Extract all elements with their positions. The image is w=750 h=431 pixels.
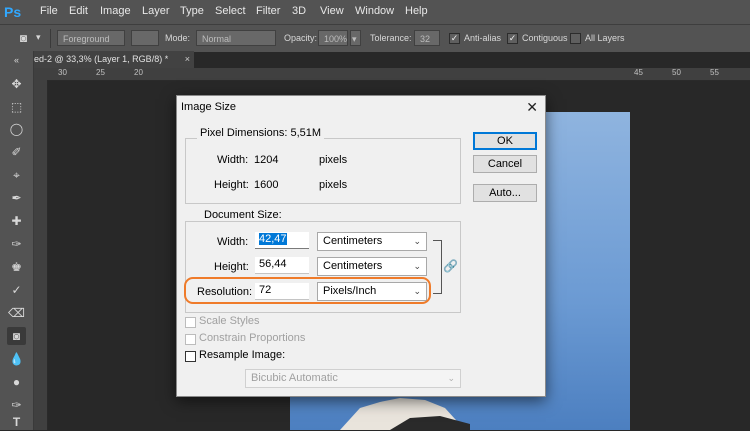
fill-source-select[interactable]: Foreground bbox=[57, 30, 125, 46]
tolerance-input[interactable]: 32 bbox=[414, 30, 440, 46]
menu-help[interactable]: Help bbox=[405, 5, 428, 17]
menu-filter[interactable]: Filter bbox=[256, 5, 280, 17]
document-tab-title: ed-2 @ 33,3% (Layer 1, RGB/8) * bbox=[34, 54, 169, 64]
constrain-link-bracket bbox=[433, 240, 442, 294]
crop-tool-icon[interactable]: ⌖ bbox=[7, 166, 26, 184]
ok-button[interactable]: OK bbox=[473, 132, 537, 150]
resolution-highlight bbox=[184, 277, 431, 304]
clone-stamp-tool-icon[interactable]: ♚ bbox=[7, 258, 26, 276]
document-size-label: Document Size: bbox=[201, 209, 285, 221]
pixel-height-unit: pixels bbox=[319, 179, 348, 191]
brush-tool-icon[interactable]: ✑ bbox=[7, 235, 26, 253]
paint-bucket-tool-icon[interactable]: ◙ bbox=[7, 327, 26, 345]
doc-width-unit-select[interactable]: Centimeters ⌄ bbox=[317, 232, 427, 251]
opacity-input[interactable]: 100% bbox=[318, 30, 348, 46]
dialog-title: Image Size bbox=[181, 101, 237, 113]
constrain-proportions-label: Constrain Proportions bbox=[199, 332, 306, 344]
photoshop-logo: Ps bbox=[4, 4, 22, 20]
resample-image-checkbox[interactable] bbox=[185, 351, 196, 362]
marquee-tool-icon[interactable]: ⬚ bbox=[7, 98, 26, 116]
pattern-picker[interactable] bbox=[131, 30, 159, 46]
paint-bucket-icon[interactable]: ◙ bbox=[14, 29, 33, 47]
close-tab-icon[interactable]: × bbox=[185, 51, 190, 68]
resample-method-select[interactable]: Bicubic Automatic ⌄ bbox=[245, 369, 461, 388]
pixel-dimensions-value: 5,51M bbox=[290, 127, 322, 139]
document-tab[interactable]: ed-2 @ 33,3% (Layer 1, RGB/8) * × bbox=[34, 51, 194, 68]
tool-preset-caret-icon[interactable]: ▾ bbox=[36, 32, 41, 43]
blur-tool-icon[interactable]: 💧 bbox=[7, 350, 26, 368]
opacity-slider-toggle[interactable]: ▾ bbox=[350, 30, 361, 46]
tolerance-label: Tolerance: bbox=[370, 33, 412, 43]
lasso-tool-icon[interactable]: ◯ bbox=[7, 120, 26, 138]
ruler-tick: 50 bbox=[672, 68, 681, 77]
type-tool-icon[interactable]: T bbox=[7, 413, 26, 431]
pixel-height-label: Height: bbox=[214, 179, 249, 191]
link-chain-icon: 🔗 bbox=[443, 259, 458, 273]
pixel-width-value: 1204 bbox=[254, 154, 279, 166]
horizontal-ruler: 30 25 20 45 50 55 bbox=[34, 68, 750, 81]
resample-image-label: Resample Image: bbox=[199, 349, 286, 361]
menu-bar: Ps File Edit Image Layer Type Select Fil… bbox=[0, 0, 750, 24]
close-icon[interactable]: ✕ bbox=[526, 99, 538, 116]
doc-height-label: Height: bbox=[214, 261, 249, 273]
vertical-ruler bbox=[34, 80, 48, 430]
healing-brush-tool-icon[interactable]: ✚ bbox=[7, 212, 26, 230]
constrain-proportions-checkbox[interactable] bbox=[185, 334, 196, 345]
anti-alias-checkbox[interactable]: ✓ bbox=[449, 33, 460, 44]
menu-type[interactable]: Type bbox=[180, 5, 204, 17]
menu-file[interactable]: File bbox=[40, 5, 58, 17]
chevron-down-icon: ⌄ bbox=[447, 373, 455, 383]
all-layers-checkbox[interactable] bbox=[570, 33, 581, 44]
pen-tool-icon[interactable]: ✑ bbox=[7, 396, 26, 414]
scale-styles-label: Scale Styles bbox=[199, 315, 260, 327]
pixel-height-value: 1600 bbox=[254, 179, 279, 191]
all-layers-label: All Layers bbox=[585, 33, 625, 43]
eyedropper-tool-icon[interactable]: ✒ bbox=[7, 189, 26, 207]
cancel-button[interactable]: Cancel bbox=[473, 155, 537, 173]
history-brush-tool-icon[interactable]: ✓ bbox=[7, 281, 26, 299]
mode-select[interactable]: Normal bbox=[196, 30, 276, 46]
menu-select[interactable]: Select bbox=[215, 5, 246, 17]
quick-select-tool-icon[interactable]: ✐ bbox=[7, 143, 26, 161]
ruler-tick: 25 bbox=[96, 68, 105, 77]
opacity-label: Opacity: bbox=[284, 33, 318, 43]
separator bbox=[50, 29, 51, 48]
tools-panel: « ✥ ⬚ ◯ ✐ ⌖ ✒ ✚ ✑ ♚ ✓ ⌫ ◙ 💧 ● ✑ T bbox=[0, 51, 34, 430]
chevron-down-icon: ⌄ bbox=[413, 236, 421, 246]
panel-collapse-icon[interactable]: « bbox=[7, 51, 26, 69]
pixel-dimensions-label: Pixel Dimensions: 5,51M bbox=[197, 127, 325, 139]
dodge-tool-icon[interactable]: ● bbox=[7, 373, 26, 391]
pixel-width-unit: pixels bbox=[319, 154, 348, 166]
auto-button[interactable]: Auto... bbox=[473, 184, 537, 202]
contiguous-label: Contiguous bbox=[522, 33, 568, 43]
menu-window[interactable]: Window bbox=[355, 5, 394, 17]
doc-width-label: Width: bbox=[217, 236, 249, 248]
ruler-tick: 55 bbox=[710, 68, 719, 77]
move-tool-icon[interactable]: ✥ bbox=[7, 75, 26, 93]
mode-label: Mode: bbox=[165, 33, 191, 43]
pixel-width-label: Width: bbox=[217, 154, 249, 166]
ruler-tick: 45 bbox=[634, 68, 643, 77]
menu-image[interactable]: Image bbox=[100, 5, 131, 17]
image-size-dialog: Image Size ✕ Pixel Dimensions: 5,51M Wid… bbox=[176, 95, 546, 397]
ruler-tick: 30 bbox=[58, 68, 67, 77]
anti-alias-label: Anti-alias bbox=[464, 33, 502, 43]
menu-3d[interactable]: 3D bbox=[292, 5, 306, 17]
doc-height-input[interactable]: 56,44 bbox=[255, 257, 309, 274]
menu-edit[interactable]: Edit bbox=[69, 5, 88, 17]
menu-layer[interactable]: Layer bbox=[142, 5, 170, 17]
scale-styles-checkbox[interactable] bbox=[185, 317, 196, 328]
options-bar: ◙ ▾ Foreground Mode: Normal Opacity: 100… bbox=[0, 24, 750, 52]
chevron-down-icon: ⌄ bbox=[413, 261, 421, 271]
pixel-dimensions-group bbox=[185, 138, 461, 204]
ruler-tick: 20 bbox=[134, 68, 143, 77]
contiguous-checkbox[interactable]: ✓ bbox=[507, 33, 518, 44]
menu-view[interactable]: View bbox=[320, 5, 344, 17]
eraser-tool-icon[interactable]: ⌫ bbox=[7, 304, 26, 322]
doc-height-unit-select[interactable]: Centimeters ⌄ bbox=[317, 257, 427, 276]
doc-width-input[interactable]: 42,47 bbox=[255, 232, 309, 249]
